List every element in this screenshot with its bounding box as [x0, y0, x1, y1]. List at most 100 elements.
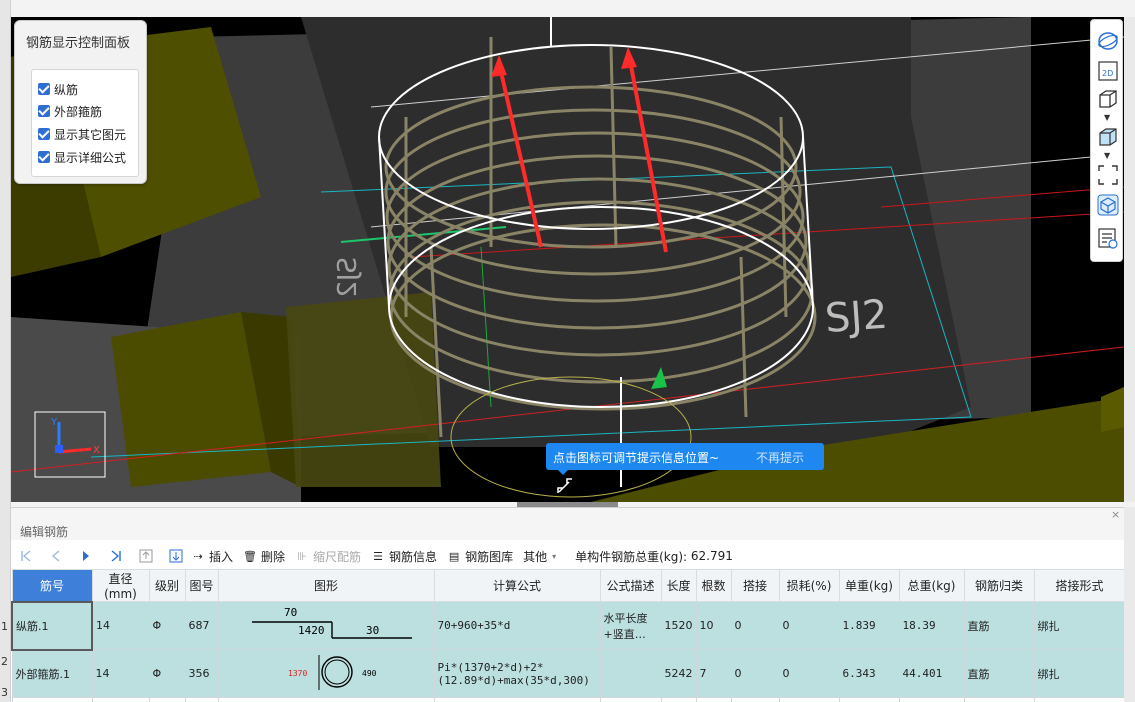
total-weight-label: 单构件钢筋总重(kg):: [575, 549, 688, 564]
column-header[interactable]: 根数: [695, 569, 732, 602]
column-header[interactable]: 级别: [148, 569, 186, 602]
cell-figure-number[interactable]: 356: [184, 649, 219, 698]
checkbox-checked-icon[interactable]: [38, 151, 50, 163]
column-header[interactable]: 搭接形式: [1033, 569, 1126, 602]
cell-formula[interactable]: [433, 697, 601, 702]
info-label: 钢筋信息: [389, 549, 438, 564]
previous-record-icon[interactable]: [49, 549, 63, 563]
fullscreen-icon[interactable]: [1097, 164, 1119, 186]
cell-category[interactable]: [963, 697, 1035, 702]
move-up-icon[interactable]: [139, 549, 153, 563]
first-record-icon[interactable]: [19, 549, 33, 563]
cell-lap[interactable]: [730, 697, 780, 702]
cell-length[interactable]: 5242: [660, 649, 697, 698]
cell-lap-type[interactable]: 绑扎: [1033, 601, 1126, 650]
column-header[interactable]: 计算公式: [433, 569, 601, 602]
column-header[interactable]: 直径(mm): [91, 569, 150, 602]
cell-loss[interactable]: 0: [778, 601, 840, 650]
checkbox-checked-icon[interactable]: [38, 83, 50, 95]
column-header[interactable]: 长度: [660, 569, 697, 602]
cell-formula[interactable]: 70+960+35*d: [433, 601, 601, 650]
last-record-icon[interactable]: [109, 549, 123, 563]
cell-shape[interactable]: 70 1420 30: [217, 601, 435, 650]
cell-formula-description[interactable]: [599, 697, 662, 702]
cell-name[interactable]: 纵筋.1: [11, 600, 93, 651]
cell-unit-weight[interactable]: 1.839: [838, 601, 900, 650]
cell-shape[interactable]: [217, 697, 435, 702]
hint-message: 点击图标可调节提示信息位置~: [553, 451, 720, 465]
insert-button[interactable]: ⇢ 插入: [191, 545, 233, 567]
table-row[interactable]: [11, 697, 1126, 702]
cell-length[interactable]: 1520: [660, 601, 697, 650]
option-show-other-elements[interactable]: 显示其它图元: [38, 125, 126, 143]
cell-count[interactable]: 10: [695, 601, 732, 650]
cell-category[interactable]: 直筋: [963, 601, 1035, 650]
next-record-icon[interactable]: [79, 549, 93, 563]
rebar-info-button[interactable]: ☰ 钢筋信息: [371, 545, 437, 567]
cell-unit-weight[interactable]: 6.343: [838, 649, 900, 698]
cell-lap[interactable]: 0: [730, 601, 780, 650]
column-header[interactable]: 公式描述: [599, 569, 662, 602]
box-view-icon[interactable]: [1097, 88, 1119, 110]
cell-loss[interactable]: [778, 697, 840, 702]
rebar-info-icon[interactable]: [1097, 227, 1119, 249]
cell-formula-description[interactable]: 水平长度+竖直…: [599, 601, 662, 650]
cell-figure-number[interactable]: [184, 697, 219, 702]
checkbox-checked-icon[interactable]: [38, 105, 50, 117]
cell-diameter[interactable]: [91, 697, 150, 702]
table-row[interactable]: 纵筋.1 14 Φ 687 70 1420 30 70+960+35*d 水平长…: [11, 600, 1126, 651]
cell-formula[interactable]: Pi*(1370+2*d)+2*(12.89*d)+max(35*d,300): [433, 649, 601, 698]
other-dropdown[interactable]: 其他 ▾: [523, 545, 565, 567]
cell-diameter[interactable]: 14: [91, 649, 150, 698]
cell-count[interactable]: 7: [695, 649, 732, 698]
cell-total-weight[interactable]: 44.401: [898, 649, 965, 698]
cell-figure-number[interactable]: 687: [184, 601, 219, 650]
column-header[interactable]: 钢筋归类: [963, 569, 1035, 602]
cell-unit-weight[interactable]: [838, 697, 900, 702]
column-header[interactable]: 图号: [184, 569, 219, 602]
column-header[interactable]: 总重(kg): [898, 569, 965, 602]
orbit-icon[interactable]: [1097, 30, 1119, 52]
cell-shape[interactable]: 1370 490: [217, 649, 435, 698]
column-header[interactable]: 搭接: [730, 569, 780, 602]
view-2d-icon[interactable]: 2D: [1097, 60, 1119, 82]
column-header[interactable]: 损耗(%): [778, 569, 840, 602]
shaded-box-icon[interactable]: [1097, 126, 1119, 148]
cell-count[interactable]: [695, 697, 732, 702]
column-header[interactable]: 筋号: [11, 569, 93, 602]
column-header[interactable]: 单重(kg): [838, 569, 900, 602]
option-show-detailed-formula[interactable]: 显示详细公式: [38, 148, 126, 166]
cell-lap-type[interactable]: 绑扎: [1033, 649, 1126, 698]
option-outer-stirrup[interactable]: 外部箍筋: [38, 102, 102, 120]
cell-name[interactable]: 外部箍筋.1: [11, 649, 93, 698]
checkbox-checked-icon[interactable]: [38, 128, 50, 140]
cell-loss[interactable]: 0: [778, 649, 840, 698]
column-header[interactable]: 图形: [217, 569, 435, 602]
option-longitudinal-rebar[interactable]: 纵筋: [38, 80, 78, 98]
table-row[interactable]: 外部箍筋.1 14 Φ 356 1370 490 Pi*(1370+2*d)+2…: [11, 649, 1126, 698]
cell-total-weight[interactable]: [898, 697, 965, 702]
cell-length[interactable]: [660, 697, 697, 702]
cell-grade[interactable]: Φ: [148, 601, 186, 650]
cell-diameter[interactable]: 14: [91, 601, 150, 650]
total-weight-value: 62.791: [690, 549, 733, 563]
hint-dismiss-link[interactable]: 不再提示: [756, 449, 804, 466]
hint-tooltip[interactable]: 点击图标可调节提示信息位置~ 不再提示: [546, 443, 824, 475]
delete-button[interactable]: 🗑 删除: [243, 545, 285, 567]
cell-lap[interactable]: 0: [730, 649, 780, 698]
chevron-down-icon[interactable]: ▼: [1104, 114, 1112, 122]
rebar-library-button[interactable]: ▤ 钢筋图库: [447, 545, 513, 567]
move-down-icon[interactable]: [169, 549, 183, 563]
cell-grade[interactable]: Φ: [148, 649, 186, 698]
close-icon[interactable]: ×: [1111, 508, 1120, 521]
cell-category[interactable]: 直筋: [963, 649, 1035, 698]
cell-name[interactable]: [11, 697, 93, 702]
cell-total-weight[interactable]: 18.39: [898, 601, 965, 650]
3d-viewport[interactable]: SJ2 SJ2 Y X: [11, 17, 1124, 502]
chevron-down-icon[interactable]: ▼: [1104, 152, 1112, 160]
cell-formula-description[interactable]: [599, 649, 662, 698]
cell-lap-type[interactable]: [1033, 697, 1126, 702]
cell-grade[interactable]: [148, 697, 186, 702]
isolate-icon[interactable]: [1097, 194, 1119, 216]
scale-rebar-button[interactable]: ⊪ 缩尺配筋: [295, 545, 361, 567]
